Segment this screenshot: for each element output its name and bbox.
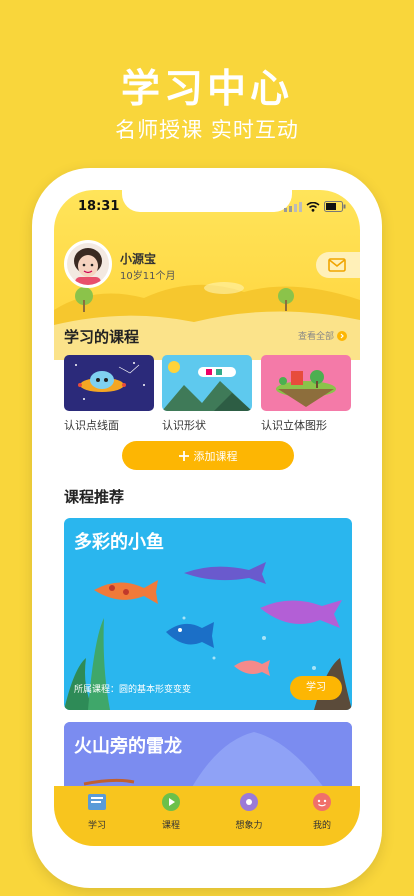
status-time: 18:31: [78, 199, 120, 214]
phone-screen: 18:31 小源宝 10岁11个月 学习的课程 查看全部 认识点线面 认识形状 …: [54, 190, 360, 846]
see-all-link[interactable]: 查看全部: [298, 329, 348, 342]
course-label: 认识形状: [162, 419, 206, 432]
hero-title: 学习中心: [120, 67, 293, 112]
play-icon: [162, 793, 180, 811]
tab-bar: 学习 课程 想象力 我的: [54, 786, 360, 846]
course-card-shapes[interactable]: [162, 355, 252, 411]
floating-island-thumbnail: [261, 355, 351, 411]
plus-icon: [178, 450, 189, 461]
recommend-title: 课程推荐: [64, 488, 125, 506]
card-meta-value: 圆的基本形变变变: [119, 685, 192, 695]
card-title: 多彩的小鱼: [74, 532, 164, 553]
study-button[interactable]: 学习: [290, 676, 342, 700]
tab-label: 想象力: [235, 821, 263, 831]
face-icon: [313, 793, 331, 811]
tab-label: 学习: [87, 821, 106, 831]
course-card-3d-shapes[interactable]: [261, 355, 351, 411]
add-course-button[interactable]: 添加课程: [122, 441, 294, 470]
my-courses-title: 学习的课程: [64, 328, 140, 346]
space-ufo-thumbnail: [64, 355, 154, 411]
status-bar: 18:31: [54, 190, 360, 224]
see-all-label: 查看全部: [298, 332, 335, 342]
hero-subtitle: 名师授课 实时互动: [115, 118, 299, 142]
card-title: 火山旁的雷龙: [74, 736, 182, 757]
disc-icon: [240, 793, 258, 811]
message-button[interactable]: [316, 252, 360, 278]
wifi-icon: [306, 201, 320, 212]
chevron-right-icon: [337, 330, 348, 341]
avatar[interactable]: [64, 240, 112, 288]
tab-label: 我的: [312, 821, 331, 831]
tab-study[interactable]: 学习: [72, 792, 122, 831]
child-avatar-image: [67, 243, 109, 285]
mail-icon: [328, 258, 346, 272]
recommend-card-fish[interactable]: 多彩的小鱼 所属课程：圆的基本形变变变 学习: [64, 518, 352, 710]
book-icon: [88, 794, 106, 810]
mountain-plane-thumbnail: [162, 355, 252, 411]
battery-icon: [324, 201, 346, 212]
add-course-label: 添加课程: [193, 449, 238, 463]
course-label: 认识点线面: [64, 419, 119, 432]
tab-imagination[interactable]: 想象力: [224, 792, 274, 831]
tab-courses[interactable]: 课程: [146, 792, 196, 831]
course-card-dots-lines[interactable]: [64, 355, 154, 411]
user-age: 10岁11个月: [120, 271, 176, 282]
signal-icon: [284, 201, 302, 212]
card-meta-prefix: 所属课程：: [74, 685, 120, 695]
user-name: 小源宝: [120, 252, 157, 266]
tab-mine[interactable]: 我的: [297, 792, 347, 831]
tab-label: 课程: [161, 821, 180, 831]
course-label: 认识立体图形: [261, 419, 327, 432]
